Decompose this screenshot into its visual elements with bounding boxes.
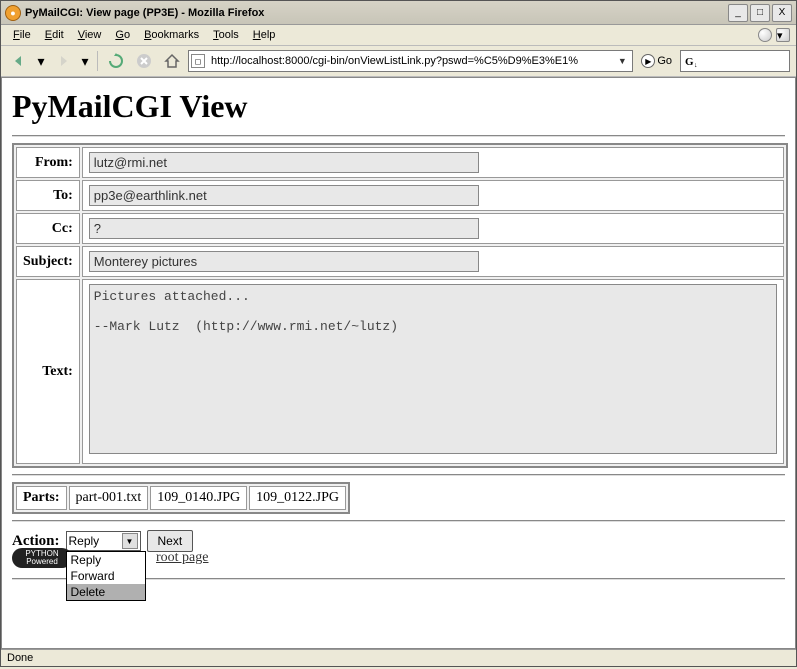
to-field[interactable] (89, 185, 479, 206)
divider (12, 135, 785, 137)
action-selected-value: Reply (69, 534, 122, 548)
titlebar: ● PyMailCGI: View page (PP3E) - Mozilla … (1, 1, 796, 25)
url-history-dropdown[interactable]: ▼ (614, 56, 630, 66)
status-text: Done (7, 652, 33, 664)
go-icon: ▶ (641, 54, 655, 68)
mail-headers-table: From: To: Cc: Subject: Text: (12, 143, 788, 468)
forward-button[interactable] (51, 49, 75, 73)
firefox-icon: ● (5, 5, 21, 21)
back-history-button[interactable]: ▾ (35, 49, 47, 73)
subject-field[interactable] (89, 251, 479, 272)
divider (12, 474, 785, 476)
search-engine-icon: G↓ (685, 54, 699, 68)
subject-label: Subject: (16, 246, 80, 277)
stop-icon (136, 53, 152, 69)
go-label: Go (657, 55, 672, 67)
part-link[interactable]: 109_0122.JPG (249, 486, 346, 510)
go-button[interactable]: ▶ Go (637, 52, 676, 70)
divider (12, 520, 785, 522)
part-link[interactable]: 109_0140.JPG (150, 486, 247, 510)
navigation-toolbar: ▾ ▾ ◻ ▼ ▶ Go G↓ (1, 46, 796, 77)
svg-text:↓: ↓ (694, 62, 698, 68)
window-title: PyMailCGI: View page (PP3E) - Mozilla Fi… (25, 7, 728, 19)
back-button[interactable] (7, 49, 31, 73)
status-bar: Done (1, 649, 796, 666)
from-field[interactable] (89, 152, 479, 173)
home-icon (164, 53, 180, 69)
body-textarea[interactable] (89, 284, 777, 454)
page-content: PyMailCGI View From: To: Cc: Subject: Te… (2, 78, 795, 648)
parts-label: Parts: (16, 486, 67, 510)
menu-file[interactable]: File (7, 27, 37, 43)
chevron-down-icon: ▼ (122, 533, 138, 549)
action-label: Action: (12, 533, 60, 550)
root-page-link[interactable]: root page (156, 550, 208, 565)
menu-go[interactable]: Go (109, 27, 136, 43)
maximize-button[interactable]: □ (750, 4, 770, 22)
action-dropdown: Reply Forward Delete (66, 551, 146, 601)
cc-field[interactable] (89, 218, 479, 239)
parts-table: Parts: part-001.txt 109_0140.JPG 109_012… (12, 482, 350, 514)
part-link[interactable]: part-001.txt (69, 486, 149, 510)
url-bar[interactable]: ◻ ▼ (188, 50, 633, 72)
arrow-right-icon (55, 53, 71, 69)
from-label: From: (16, 147, 80, 178)
action-option-delete[interactable]: Delete (67, 584, 145, 600)
home-button[interactable] (160, 49, 184, 73)
url-input[interactable] (209, 54, 614, 68)
menubar: File Edit View Go Bookmarks Tools Help ▾ (1, 25, 796, 46)
to-label: To: (16, 180, 80, 211)
menu-edit[interactable]: Edit (39, 27, 70, 43)
menu-help[interactable]: Help (247, 27, 282, 43)
page-icon: ◻ (191, 54, 205, 68)
search-bar[interactable]: G↓ (680, 50, 790, 72)
arrow-left-icon (11, 53, 27, 69)
python-powered-badge: PYTHON Powered (12, 548, 72, 568)
menu-dropdown-icon[interactable]: ▾ (776, 28, 790, 42)
reload-icon (108, 53, 124, 69)
action-option-reply[interactable]: Reply (67, 552, 145, 568)
throbber-icon (758, 28, 772, 42)
cc-label: Cc: (16, 213, 80, 244)
page-title: PyMailCGI View (12, 88, 785, 125)
menu-tools[interactable]: Tools (207, 27, 245, 43)
forward-history-button[interactable]: ▾ (79, 49, 91, 73)
menu-bookmarks[interactable]: Bookmarks (138, 27, 205, 43)
menu-view[interactable]: View (72, 27, 108, 43)
stop-button[interactable] (132, 49, 156, 73)
text-label: Text: (16, 279, 80, 464)
reload-button[interactable] (104, 49, 128, 73)
svg-text:G: G (685, 56, 694, 68)
action-option-forward[interactable]: Forward (67, 568, 145, 584)
close-button[interactable]: X (772, 4, 792, 22)
minimize-button[interactable]: _ (728, 4, 748, 22)
